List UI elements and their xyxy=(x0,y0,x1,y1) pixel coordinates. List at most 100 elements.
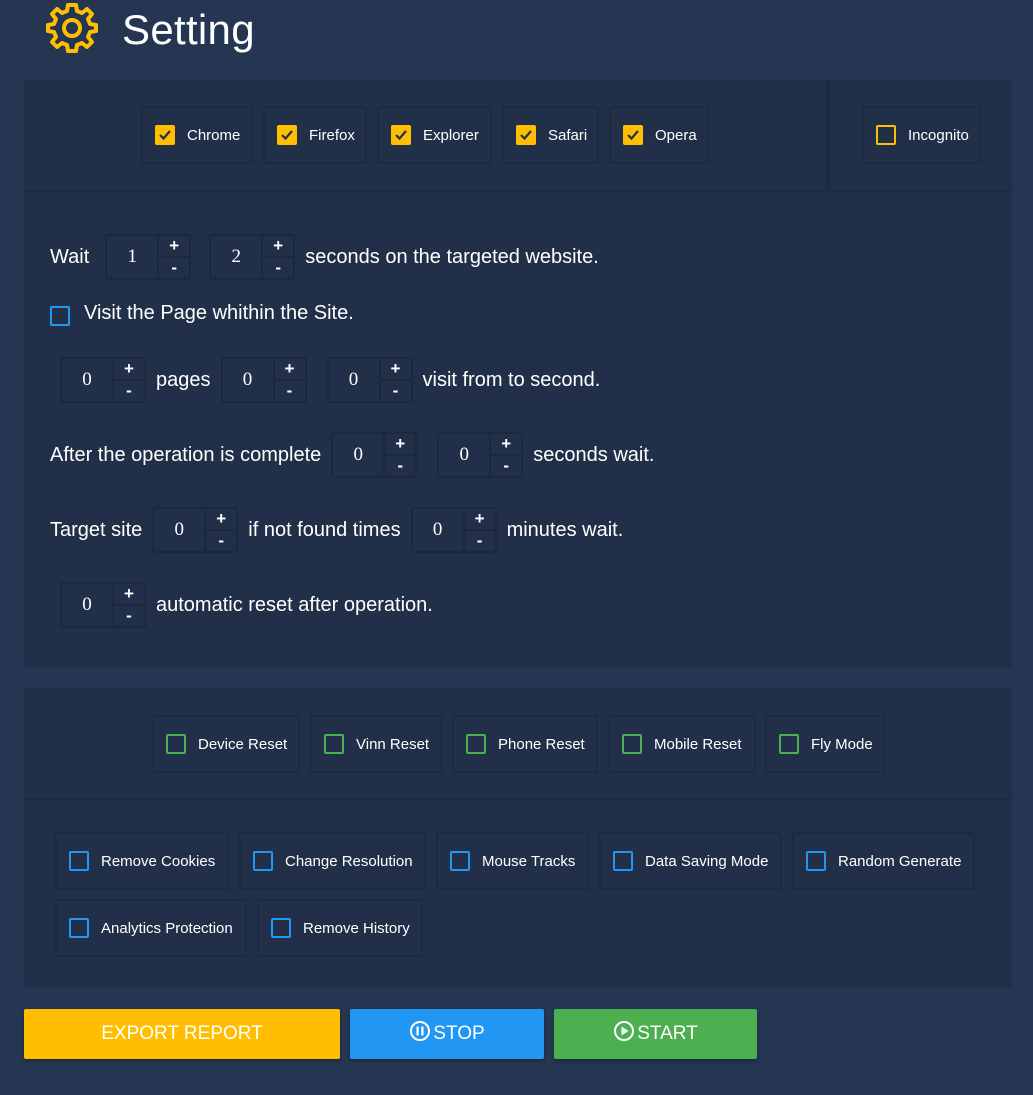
option-label: Mouse Tracks xyxy=(482,852,576,870)
vinn-reset-checkbox[interactable]: Vinn Reset xyxy=(310,715,442,773)
browser-opera-checkbox[interactable]: Opera xyxy=(609,106,709,164)
not-found-label: if not found times xyxy=(248,518,401,541)
incognito-checkbox[interactable]: Incognito xyxy=(862,106,981,164)
option-label: Analytics Protection xyxy=(101,919,233,937)
remove-cookies-checkbox[interactable]: Remove Cookies xyxy=(55,832,229,890)
after-max-stepper[interactable]: 0 + - xyxy=(437,432,524,478)
browser-label: Safari xyxy=(548,126,588,144)
auto-reset-row: 0 + - automatic reset after operation. xyxy=(60,582,443,628)
stepper-value[interactable]: 0 xyxy=(333,434,386,476)
increment-button[interactable]: + xyxy=(464,509,495,531)
option-label: Mobile Reset xyxy=(654,735,742,753)
pages-label: pages xyxy=(156,368,211,391)
wait-row: Wait 1 + - 2 + - seconds on the targeted w… xyxy=(50,234,609,280)
visit-to-stepper[interactable]: 0 + - xyxy=(326,357,413,403)
stepper-value[interactable]: 0 xyxy=(329,359,381,401)
stepper-value[interactable]: 0 xyxy=(62,359,114,401)
change-resolution-checkbox[interactable]: Change Resolution xyxy=(239,832,426,890)
mobile-reset-checkbox[interactable]: Mobile Reset xyxy=(608,715,756,773)
incognito-label: Incognito xyxy=(908,126,969,144)
decrement-button[interactable]: - xyxy=(114,381,144,401)
checkbox-empty-icon xyxy=(50,306,70,326)
browser-label: Chrome xyxy=(187,126,241,144)
stop-button[interactable]: STOP xyxy=(350,1009,544,1059)
option-label: Phone Reset xyxy=(498,735,585,753)
increment-button[interactable]: + xyxy=(274,359,305,381)
visit-page-label: Visit the Page whithin the Site. xyxy=(84,301,354,324)
stepper-value[interactable]: 0 xyxy=(154,509,207,551)
stepper-value[interactable]: 0 xyxy=(413,509,465,551)
increment-button[interactable]: + xyxy=(114,584,144,606)
option-label: Vinn Reset xyxy=(356,735,430,753)
wait-min-stepper[interactable]: 1 + - xyxy=(105,234,192,280)
decrement-button[interactable]: - xyxy=(385,456,415,476)
increment-button[interactable]: + xyxy=(380,359,411,381)
minutes-suffix: minutes wait. xyxy=(506,518,624,541)
checkbox-empty-icon xyxy=(271,918,291,938)
wait-max-stepper[interactable]: 2 + - xyxy=(209,234,296,280)
device-reset-checkbox[interactable]: Device Reset xyxy=(152,715,300,773)
option-label: Device Reset xyxy=(198,735,288,753)
panel-divider xyxy=(24,798,1012,800)
auto-reset-suffix: automatic reset after operation. xyxy=(156,593,433,616)
data-saving-mode-checkbox[interactable]: Data Saving Mode xyxy=(599,832,782,890)
browser-label: Opera xyxy=(655,126,697,144)
checkbox-empty-icon xyxy=(450,851,470,871)
visit-suffix: visit from to second. xyxy=(422,368,601,391)
visit-page-checkbox[interactable]: Visit the Page whithin the Site. xyxy=(50,300,354,326)
fly-mode-checkbox[interactable]: Fly Mode xyxy=(765,715,885,773)
target-label: Target site xyxy=(50,518,143,541)
stepper-value[interactable]: 0 xyxy=(62,584,114,626)
browser-firefox-checkbox[interactable]: Firefox xyxy=(263,106,367,164)
increment-button[interactable]: + xyxy=(159,236,190,258)
browser-label: Firefox xyxy=(309,126,355,144)
increment-button[interactable]: + xyxy=(114,359,144,381)
stepper-value[interactable]: 2 xyxy=(211,236,264,278)
checkbox-checked-icon xyxy=(516,125,536,145)
random-generate-checkbox[interactable]: Random Generate xyxy=(792,832,975,890)
stepper-value[interactable]: 1 xyxy=(107,236,160,278)
decrement-button[interactable]: - xyxy=(491,456,521,476)
after-min-stepper[interactable]: 0 + - xyxy=(331,432,418,478)
checkbox-empty-icon xyxy=(876,125,896,145)
after-label: After the operation is complete xyxy=(50,443,322,466)
page-title: Setting xyxy=(122,6,255,53)
decrement-button[interactable]: - xyxy=(114,606,144,626)
decrement-button[interactable]: - xyxy=(381,381,411,401)
checkbox-empty-icon xyxy=(69,851,89,871)
option-label: Change Resolution xyxy=(285,852,413,870)
increment-button[interactable]: + xyxy=(385,434,416,456)
browser-safari-checkbox[interactable]: Safari xyxy=(502,106,599,164)
browser-explorer-checkbox[interactable]: Explorer xyxy=(377,106,492,164)
target-minutes-stepper[interactable]: 0 + - xyxy=(410,507,497,553)
pages-stepper[interactable]: 0 + - xyxy=(60,357,146,403)
decrement-button[interactable]: - xyxy=(263,258,293,278)
start-button[interactable]: START xyxy=(554,1009,757,1059)
decrement-button[interactable]: - xyxy=(465,531,495,551)
decrement-button[interactable]: - xyxy=(159,258,189,278)
panel-divider xyxy=(24,190,1012,192)
increment-button[interactable]: + xyxy=(263,236,294,258)
analytics-protection-checkbox[interactable]: Analytics Protection xyxy=(55,899,247,957)
decrement-button[interactable]: - xyxy=(206,531,236,551)
visit-from-stepper[interactable]: 0 + - xyxy=(220,357,307,403)
auto-reset-stepper[interactable]: 0 + - xyxy=(60,582,146,628)
wait-suffix: seconds on the targeted website. xyxy=(305,245,599,268)
increment-button[interactable]: + xyxy=(491,434,522,456)
checkbox-empty-icon xyxy=(806,851,826,871)
checkbox-empty-icon xyxy=(613,851,633,871)
stepper-value[interactable]: 0 xyxy=(439,434,492,476)
browser-label: Explorer xyxy=(423,126,479,144)
browser-chrome-checkbox[interactable]: Chrome xyxy=(141,106,253,164)
target-times-stepper[interactable]: 0 + - xyxy=(152,507,239,553)
export-report-button[interactable]: EXPORT REPORT xyxy=(24,1009,340,1059)
checkbox-checked-icon xyxy=(155,125,175,145)
phone-reset-checkbox[interactable]: Phone Reset xyxy=(452,715,598,773)
checkbox-empty-icon xyxy=(253,851,273,871)
decrement-button[interactable]: - xyxy=(275,381,305,401)
mouse-tracks-checkbox[interactable]: Mouse Tracks xyxy=(436,832,589,890)
increment-button[interactable]: + xyxy=(206,509,237,531)
checkbox-empty-icon xyxy=(466,734,486,754)
remove-history-checkbox[interactable]: Remove History xyxy=(257,899,423,957)
stepper-value[interactable]: 0 xyxy=(223,359,275,401)
